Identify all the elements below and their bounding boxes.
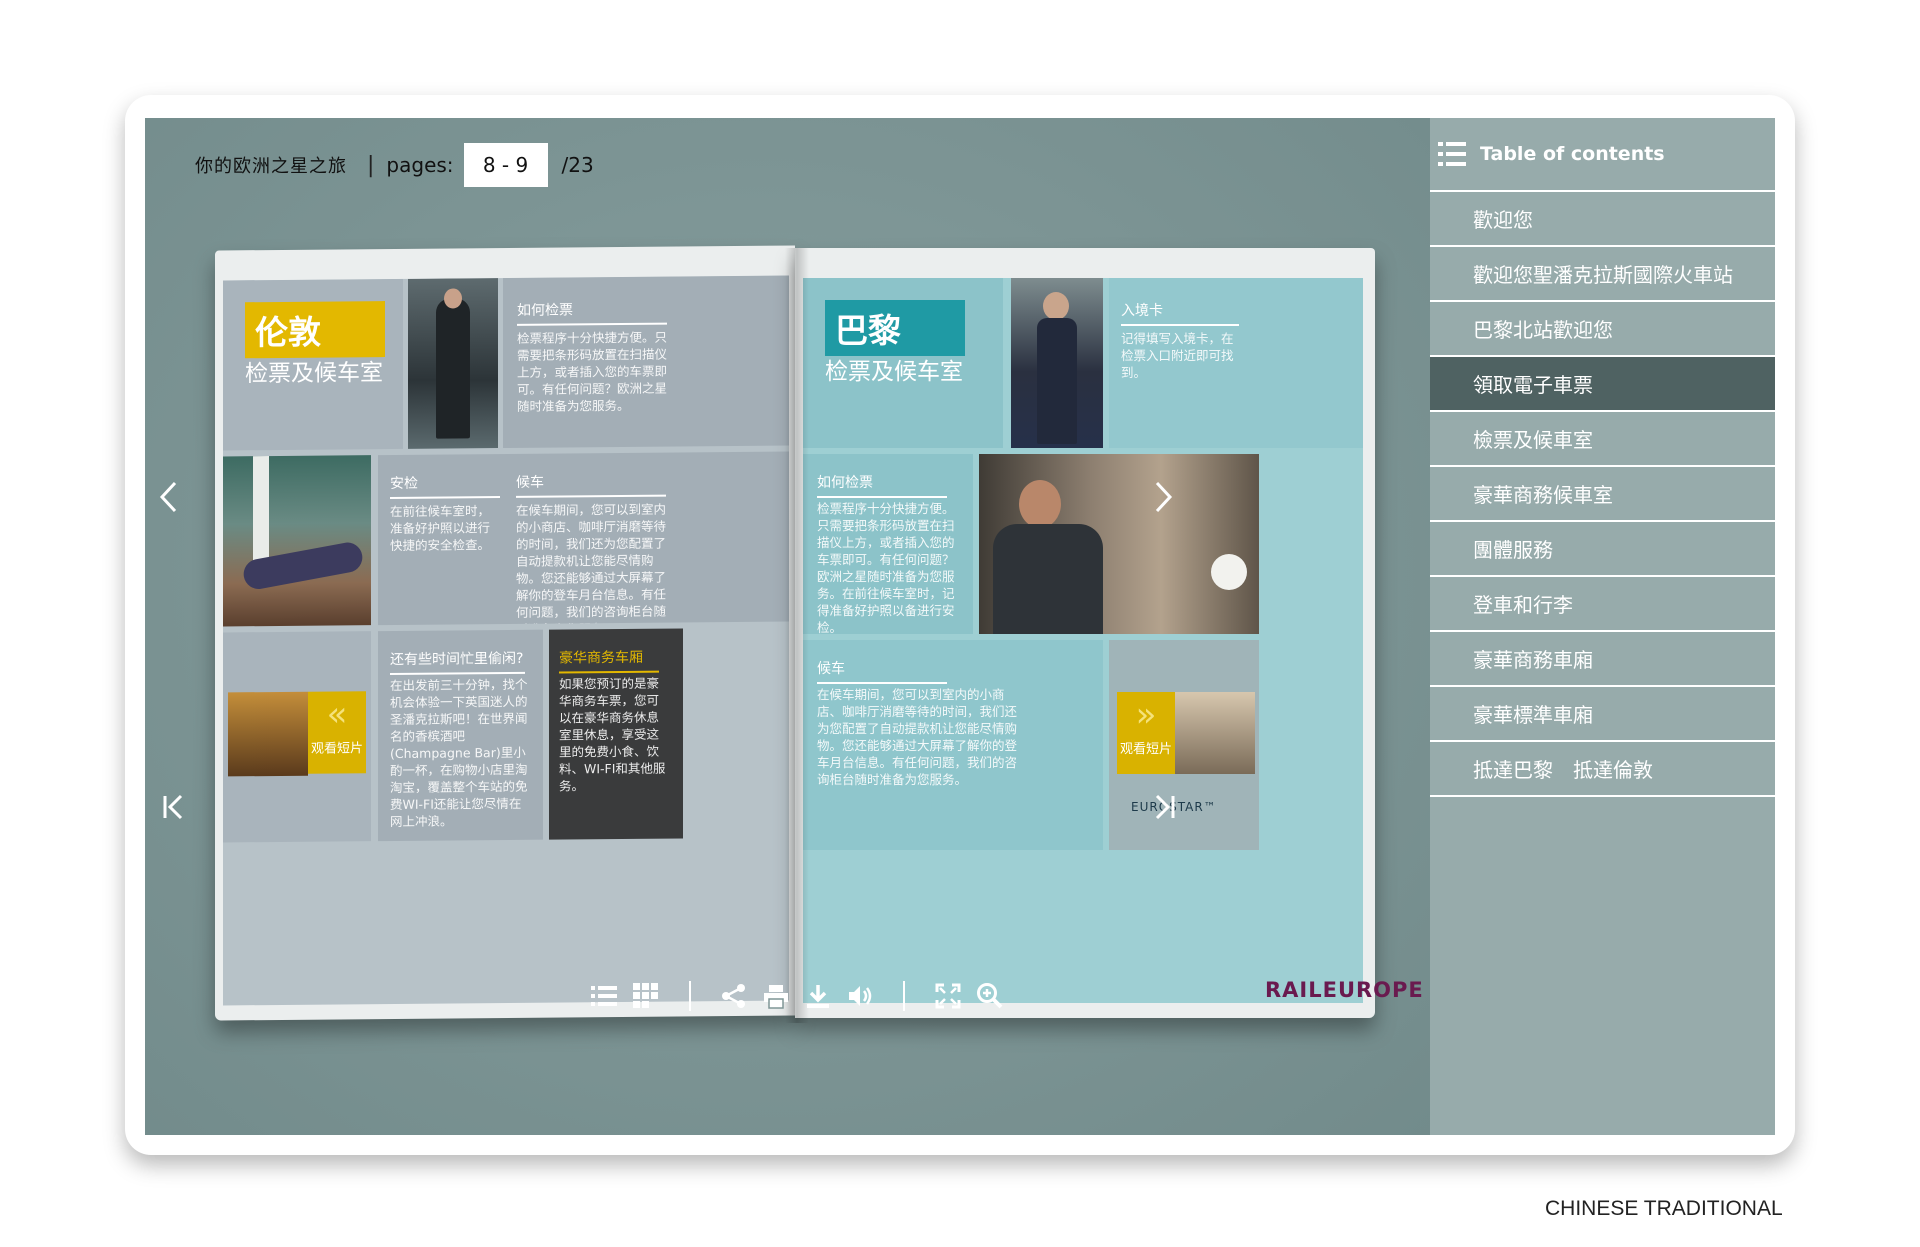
video-label: 观看短片	[310, 741, 363, 757]
toc-header-label: Table of contents	[1480, 143, 1665, 165]
print-icon[interactable]	[762, 982, 790, 1010]
business-text: 如果您预订的是豪华商务车票，您可以在豪华商务休息室里休息，享受这里的免费小食、饮…	[559, 675, 666, 794]
previous-page-button[interactable]	[157, 480, 181, 523]
chevron-right-icon	[1155, 481, 1173, 513]
how-check-block: 如何检票 检票程序十分快捷方便。只需要把条形码放置在扫描仪上方，或者插入您的车票…	[503, 275, 789, 449]
toc-list-icon	[1438, 142, 1466, 166]
right-page-body: 巴黎 检票及候车室 入境卡 记得填写入境卡，在检票入口附近即可找到。 如何检票 …	[803, 278, 1363, 1003]
forward-arrows-icon: »	[1135, 695, 1157, 735]
toolbar-separator: |	[367, 152, 375, 178]
next-page-button[interactable]	[1151, 480, 1175, 523]
book-spine	[785, 248, 809, 1023]
book-spread[interactable]: 伦敦 检票及候车室 如何检票 检票程序十分快捷方便。只需要把条形码放置在扫描仪上…	[215, 245, 1385, 1038]
how-check-title: 如何检票	[517, 298, 667, 326]
toc-item-business-premier[interactable]: 豪華商務車廂	[1430, 632, 1775, 687]
right-page[interactable]: 巴黎 检票及候车室 入境卡 记得填写入境卡，在检票入口附近即可找到。 如何检票 …	[795, 248, 1375, 1018]
chevron-left-icon	[159, 481, 177, 513]
left-page[interactable]: 伦敦 检票及候车室 如何检票 检票程序十分快捷方便。只需要把条形码放置在扫描仪上…	[215, 245, 795, 1021]
city-subtitle-right: 检票及候车室	[825, 359, 963, 385]
toolbar-divider-2	[903, 981, 905, 1011]
spare-time-title: 还有些时间忙里偷闲?	[390, 647, 525, 676]
video-label-right: 观看短片	[1119, 742, 1172, 757]
rewind-arrows-icon: «	[326, 694, 348, 735]
spare-time-block: 还有些时间忙里偷闲? 在出发前三十分钟，找个机会体验一下英国迷人的圣潘克拉斯吧！…	[378, 629, 543, 842]
toc-item-boarding[interactable]: 登車和行李	[1430, 577, 1775, 632]
paris-header-block: 巴黎 检票及候车室	[803, 278, 1003, 448]
toc-item-standard-premier[interactable]: 豪華標準車廂	[1430, 687, 1775, 742]
how-check-text: 检票程序十分快捷方便。只需要把条形码放置在扫描仪上方，或者插入您的车票即可。有任…	[517, 329, 668, 414]
toc-item-group-service[interactable]: 團體服務	[1430, 522, 1775, 577]
entry-card-title: 入境卡	[1121, 300, 1239, 326]
staff-photo	[408, 278, 498, 449]
waiting-title-right: 候车	[817, 658, 947, 684]
pages-label: pages:	[386, 153, 454, 177]
share-icon[interactable]	[720, 982, 748, 1010]
bar-photo	[228, 691, 308, 777]
city-title: 伦敦	[245, 301, 385, 359]
entry-card-block: 入境卡 记得填写入境卡，在检票入口附近即可找到。	[1109, 278, 1363, 448]
how-check-title-right: 如何检票	[817, 472, 947, 498]
sound-icon[interactable]	[846, 982, 874, 1010]
raileurope-logo: RAILEUROPE	[1265, 978, 1424, 1002]
flipbook-viewer: 你的欧洲之星之旅 | pages: /23 伦敦 检票及候车室 如何检票 检票程	[145, 118, 1775, 1135]
waiting-title: 候车	[516, 470, 666, 498]
security-text: 在前往候车室时，准备好护照以进行快捷的安全检查。	[390, 503, 491, 554]
total-pages: /23	[561, 153, 594, 177]
list-icon[interactable]	[590, 982, 618, 1010]
station-hall-photo	[223, 455, 371, 627]
last-page-icon	[1155, 794, 1175, 820]
video-block-right: » 观看短片 EUROSTAR™	[1109, 640, 1259, 850]
watch-video-button-left[interactable]: « 观看短片	[308, 691, 366, 774]
terminal-photo	[1175, 692, 1255, 774]
security-waiting-block: 安检 在前往候车室时，准备好护照以进行快捷的安全检查。 候车 在候车期间，您可以…	[378, 451, 789, 626]
language-caption: CHINESE TRADITIONAL	[1545, 1197, 1783, 1220]
thumbnails-icon[interactable]	[632, 982, 660, 1010]
toc-item-business-lounge[interactable]: 豪華商務候車室	[1430, 467, 1775, 522]
toc-item-gare-du-nord[interactable]: 巴黎北站歡迎您	[1430, 302, 1775, 357]
toc-item-check-in[interactable]: 檢票及候車室	[1430, 412, 1775, 467]
top-toolbar: 你的欧洲之星之旅 | pages: /23	[195, 143, 594, 187]
video-block-left: « 观看短片	[223, 631, 371, 843]
city-subtitle: 检票及候车室	[245, 360, 383, 388]
how-check-block-right: 如何检票 检票程序十分快捷方便。只需要把条形码放置在扫描仪上方，或者插入您的车票…	[803, 454, 973, 634]
download-icon[interactable]	[804, 982, 832, 1010]
first-page-button[interactable]	[161, 790, 189, 830]
toc-item-arrival[interactable]: 抵達巴黎 抵達倫敦	[1430, 742, 1775, 797]
bottom-toolbar	[583, 976, 1011, 1016]
zoom-in-icon[interactable]	[976, 982, 1004, 1010]
fullscreen-icon[interactable]	[934, 982, 962, 1010]
waiting-block-right: 候车 在候车期间，您可以到室内的小商店、咖啡厅消磨等待的时间，我们还为您配置了自…	[803, 640, 1103, 850]
business-block: 豪华商务车厢 如果您预订的是豪华商务车票，您可以在豪华商务休息室里休息，享受这里…	[549, 628, 683, 840]
publication-title: 你的欧洲之星之旅	[195, 156, 347, 177]
toc-header[interactable]: Table of contents	[1430, 118, 1775, 192]
toc-item-e-ticket[interactable]: 領取電子車票	[1430, 357, 1775, 412]
waiting-text: 在候车期间，您可以到室内的小商店、咖啡厅消磨等待的时间，我们还为您配置了自动提款…	[516, 501, 667, 626]
how-check-text-right: 检票程序十分快捷方便。只需要把条形码放置在扫描仪上方，或者插入您的车票即可。有任…	[817, 501, 955, 634]
london-header-block: 伦敦 检票及候车室	[223, 278, 403, 451]
last-page-button[interactable]	[1149, 790, 1177, 830]
first-page-icon	[163, 794, 183, 820]
entry-card-text: 记得填写入境卡，在检票入口附近即可找到。	[1121, 331, 1234, 380]
businessman-photo	[979, 454, 1259, 634]
waiting-text-right: 在候车期间，您可以到室内的小商店、咖啡厅消磨等待的时间，我们还为您配置了自动提款…	[817, 687, 1018, 787]
business-title: 豪华商务车厢	[559, 646, 659, 674]
page-number-input[interactable]	[463, 143, 548, 187]
left-page-body: 伦敦 检票及候车室 如何检票 检票程序十分快捷方便。只需要把条形码放置在扫描仪上…	[223, 275, 789, 1006]
spare-time-text: 在出发前三十分钟，找个机会体验一下英国迷人的圣潘克拉斯吧！在世界闻名的香槟酒吧(…	[390, 676, 528, 830]
city-title-right: 巴黎	[825, 300, 965, 356]
hostess-photo	[1011, 278, 1103, 448]
toc-item-st-pancras[interactable]: 歡迎您聖潘克拉斯國際火車站	[1430, 247, 1775, 302]
security-title: 安检	[390, 472, 500, 500]
toolbar-divider	[689, 981, 691, 1011]
table-of-contents-panel: Table of contents 歡迎您 歡迎您聖潘克拉斯國際火車站 巴黎北站…	[1430, 118, 1775, 1135]
toc-item-welcome[interactable]: 歡迎您	[1430, 192, 1775, 247]
watch-video-button-right[interactable]: » 观看短片	[1117, 692, 1175, 774]
